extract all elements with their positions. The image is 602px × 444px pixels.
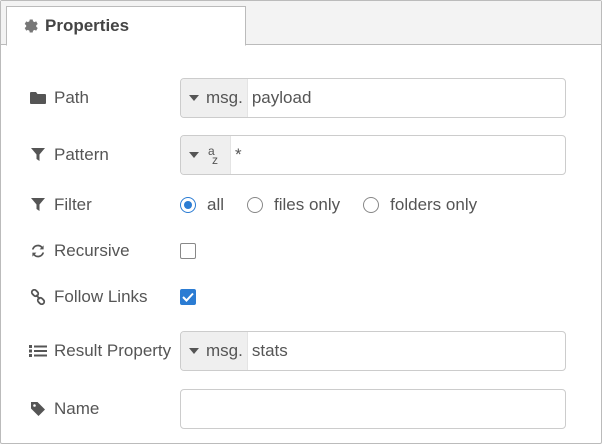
- link-icon: [29, 288, 47, 306]
- filter-option-folders-only[interactable]: folders only: [363, 195, 477, 215]
- tab-bar: Properties: [1, 1, 601, 46]
- filter-option-files-only[interactable]: files only: [247, 195, 340, 215]
- result-property-input[interactable]: msg. stats: [180, 331, 566, 371]
- radio-files-only[interactable]: [247, 197, 264, 213]
- result-property-label-text: Result Property: [54, 341, 172, 360]
- filter-option-all[interactable]: all: [180, 195, 224, 215]
- az-string-icon: az: [208, 144, 218, 167]
- result-property-type-prefix: msg.: [206, 341, 243, 360]
- path-input[interactable]: msg. payload: [180, 78, 566, 118]
- name-input[interactable]: [180, 389, 566, 429]
- radio-folders-only-label: folders only: [390, 195, 478, 214]
- filter-radio-group: all files only folders only: [180, 192, 500, 218]
- filter-label-text: Filter: [54, 195, 92, 214]
- radio-all-label: all: [207, 195, 225, 214]
- pattern-label: Pattern: [29, 145, 180, 165]
- follow-links-label: Follow Links: [29, 287, 180, 307]
- filter-icon: [29, 146, 47, 164]
- chevron-down-icon: [189, 152, 199, 158]
- tag-icon: [29, 400, 47, 418]
- pattern-input[interactable]: az *: [180, 135, 566, 175]
- follow-links-row: Follow Links: [29, 284, 569, 310]
- filter-label: Filter: [29, 195, 180, 215]
- result-property-value[interactable]: stats: [248, 332, 565, 370]
- chevron-down-icon: [189, 348, 199, 354]
- tab-properties[interactable]: Properties: [6, 6, 246, 46]
- path-type-prefix: msg.: [206, 88, 243, 107]
- radio-folders-only[interactable]: [363, 197, 380, 213]
- name-label-text: Name: [54, 399, 100, 418]
- chevron-down-icon: [189, 95, 199, 101]
- name-label: Name: [29, 399, 180, 419]
- path-type-button[interactable]: msg.: [181, 79, 248, 117]
- recursive-label: Recursive: [29, 241, 180, 261]
- properties-panel: Properties Path msg. payload Pattern az: [0, 0, 602, 444]
- path-label-text: Path: [54, 88, 89, 107]
- pattern-type-button[interactable]: az: [181, 136, 231, 174]
- refresh-icon: [29, 242, 47, 260]
- recursive-checkbox[interactable]: [180, 243, 196, 259]
- check-icon: [182, 292, 194, 302]
- radio-files-only-label: files only: [274, 195, 341, 214]
- follow-links-checkbox[interactable]: [180, 289, 196, 305]
- follow-links-label-text: Follow Links: [54, 287, 148, 306]
- path-value[interactable]: payload: [248, 79, 565, 117]
- path-label: Path: [29, 88, 180, 108]
- tab-label: Properties: [45, 16, 130, 35]
- filter-icon: [29, 196, 47, 214]
- radio-all[interactable]: [180, 197, 196, 213]
- recursive-row: Recursive: [29, 238, 569, 264]
- result-property-type-button[interactable]: msg.: [181, 332, 248, 370]
- gear-icon: [22, 18, 38, 34]
- result-property-label: Result Property: [29, 341, 180, 361]
- folder-icon: [29, 89, 47, 107]
- list-icon: [29, 342, 47, 360]
- recursive-label-text: Recursive: [54, 241, 130, 260]
- pattern-value[interactable]: *: [231, 136, 565, 174]
- pattern-label-text: Pattern: [54, 145, 109, 164]
